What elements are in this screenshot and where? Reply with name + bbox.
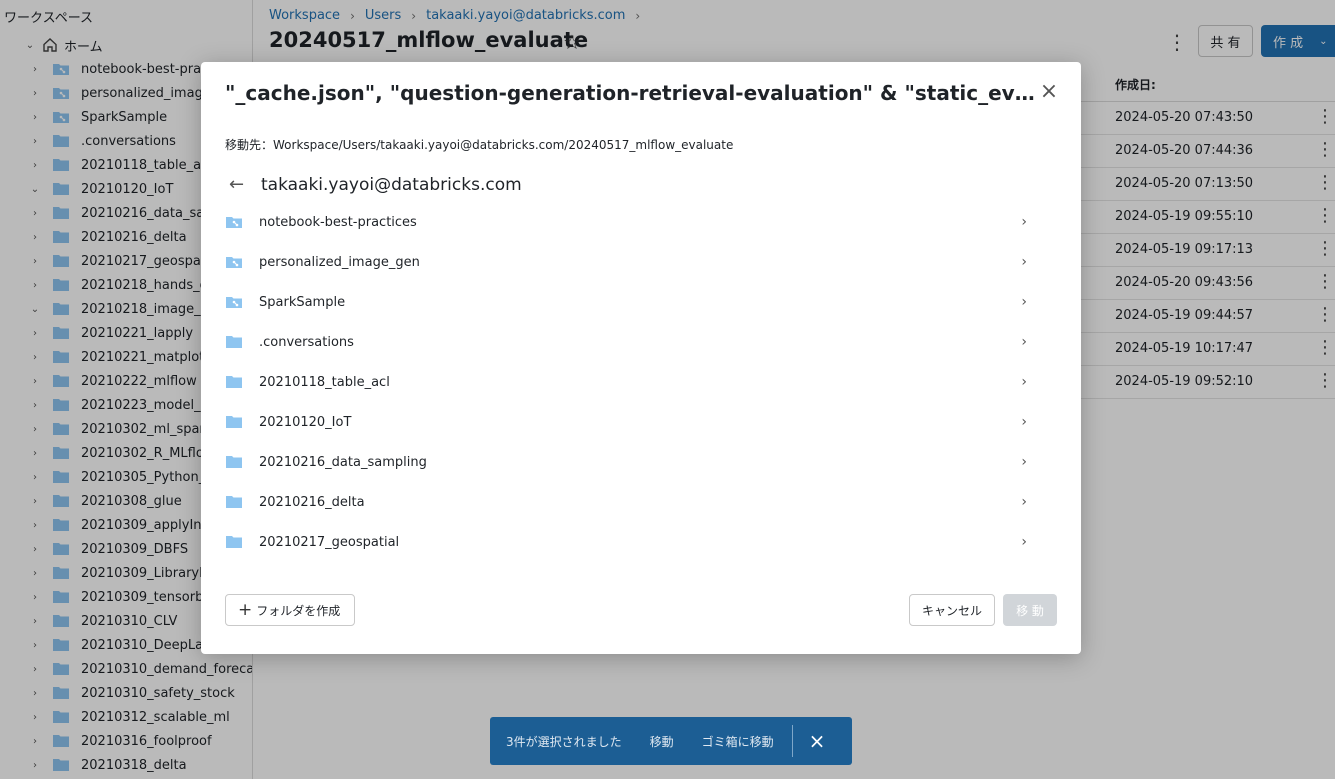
folder-name: 20210216_delta bbox=[259, 494, 365, 510]
folder-list-item[interactable]: 20210217_geospatial › bbox=[217, 522, 1047, 562]
folder-name: 20210118_table_acl bbox=[259, 374, 390, 390]
folder-list-item[interactable]: 20210216_data_sampling › bbox=[217, 442, 1047, 482]
chevron-right-icon[interactable]: › bbox=[1021, 494, 1027, 510]
trash-action[interactable]: ゴミ箱に移動 bbox=[702, 733, 774, 750]
folder-icon bbox=[225, 495, 243, 509]
repo-icon bbox=[225, 215, 243, 229]
chevron-right-icon[interactable]: › bbox=[1021, 334, 1027, 350]
divider bbox=[791, 725, 793, 757]
folder-name: 20210120_IoT bbox=[259, 414, 352, 430]
folder-list-item[interactable]: notebook-best-practices › bbox=[217, 202, 1047, 242]
folder-name: SparkSample bbox=[259, 294, 346, 310]
folder-name: 20210217_geospatial bbox=[259, 534, 400, 550]
folder-list-item[interactable]: .conversations › bbox=[217, 322, 1047, 362]
folder-icon bbox=[225, 375, 243, 389]
folder-icon bbox=[225, 455, 243, 469]
dialog-title: "_cache.json", "question-generation-retr… bbox=[225, 81, 1040, 105]
chevron-right-icon[interactable]: › bbox=[1021, 414, 1027, 430]
selection-action-bar: 3件が選択されました 移動 ゴミ箱に移動 × bbox=[490, 717, 852, 765]
move-button[interactable]: 移 動 bbox=[1003, 594, 1057, 626]
cancel-button[interactable]: キャンセル bbox=[909, 594, 995, 626]
chevron-right-icon[interactable]: › bbox=[1021, 214, 1027, 230]
folder-name: personalized_image_gen bbox=[259, 254, 420, 270]
move-action[interactable]: 移動 bbox=[650, 733, 674, 750]
folder-list-item[interactable]: 20210216_delta › bbox=[217, 482, 1047, 522]
folder-icon bbox=[225, 415, 243, 429]
chevron-right-icon[interactable]: › bbox=[1021, 294, 1027, 310]
close-icon[interactable]: × bbox=[809, 729, 826, 753]
folder-list-item[interactable]: 20210120_IoT › bbox=[217, 402, 1047, 442]
folder-list-item[interactable]: SparkSample › bbox=[217, 282, 1047, 322]
repo-icon bbox=[225, 295, 243, 309]
close-icon[interactable]: × bbox=[1039, 81, 1059, 103]
back-arrow-icon[interactable]: ← bbox=[229, 174, 244, 195]
destination-path: 移動先：Workspace/Users/takaaki.yayoi@databr… bbox=[225, 138, 734, 152]
folder-icon bbox=[225, 535, 243, 549]
folder-list-item[interactable]: 20210118_table_acl › bbox=[217, 362, 1047, 402]
folder-icon bbox=[225, 335, 243, 349]
move-dialog: "_cache.json", "question-generation-retr… bbox=[201, 62, 1081, 654]
chevron-right-icon[interactable]: › bbox=[1021, 254, 1027, 270]
repo-icon bbox=[225, 255, 243, 269]
chevron-right-icon[interactable]: › bbox=[1021, 454, 1027, 470]
folder-name: 20210216_data_sampling bbox=[259, 454, 427, 470]
create-folder-button[interactable]: + フォルダを作成 bbox=[225, 594, 355, 626]
folder-list-item[interactable]: personalized_image_gen › bbox=[217, 242, 1047, 282]
create-folder-label: フォルダを作成 bbox=[256, 603, 341, 618]
folder-name: .conversations bbox=[259, 334, 354, 350]
current-folder-name: takaaki.yayoi@databricks.com bbox=[261, 175, 522, 195]
plus-icon: + bbox=[238, 600, 253, 620]
chevron-right-icon[interactable]: › bbox=[1021, 534, 1027, 550]
folder-name: notebook-best-practices bbox=[259, 214, 417, 230]
selection-count: 3件が選択されました bbox=[506, 734, 622, 749]
chevron-right-icon[interactable]: › bbox=[1021, 374, 1027, 390]
